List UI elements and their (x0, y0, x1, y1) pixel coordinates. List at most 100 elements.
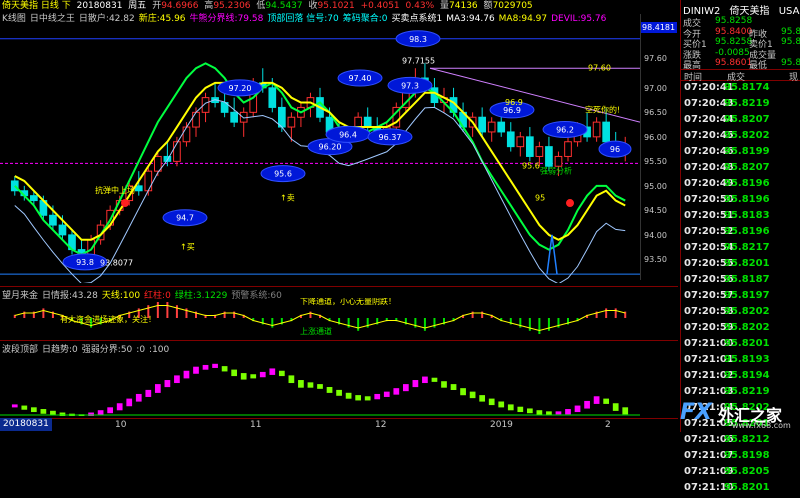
price-tick-label: 96.00 (644, 132, 667, 142)
annotation-label: 96.9 (505, 98, 523, 107)
tick-row[interactable]: 07:21:01 95.8193 (681, 354, 800, 370)
time-axis: 10 11 12 2019 2 (0, 418, 678, 432)
tick-price: 95.8197 (724, 290, 770, 301)
annotation-label: 93.8077 (100, 258, 133, 267)
tick-row[interactable]: 07:21:06 95.8212 (681, 434, 800, 450)
tick-row[interactable]: 07:21:00 95.8201 (681, 338, 800, 354)
candle-body (182, 126, 191, 143)
tick-list-header: 时间 成交 现 (681, 69, 800, 83)
tick-row[interactable]: 07:21:09 95.8205 (681, 466, 800, 482)
legend-item: DEVIL:95.76 (551, 14, 607, 24)
tick-row[interactable]: 07:20:56 95.8187 (681, 274, 800, 290)
chart-header: 倚天美指 日线 下 20180831 周五 开94.6966 高95.2306 … (0, 0, 678, 13)
tick-row[interactable]: 07:20:58 95.8202 (681, 306, 800, 322)
sub2-bar (355, 395, 362, 401)
tick-price: 95.8202 (724, 306, 770, 317)
tick-row[interactable]: 07:20:41 95.8174 (681, 82, 800, 98)
oval-label: 97.40 (349, 74, 372, 83)
sub2-bar (402, 384, 409, 392)
price-annotation-oval: 97.40 (337, 69, 383, 87)
sub2-bar (364, 396, 371, 401)
sub2-chart[interactable] (0, 352, 640, 416)
sub2-bar (30, 407, 37, 413)
tick-row[interactable]: 07:20:50 95.8196 (681, 194, 800, 210)
quote-value: 95.8258 (715, 37, 753, 47)
tick-row[interactable]: 07:20:43 95.8219 (681, 98, 800, 114)
sub1-note: 上涨通道 (300, 326, 332, 336)
tick-row[interactable]: 07:20:51 95.8183 (681, 210, 800, 226)
tick-row[interactable]: 07:20:46 95.8199 (681, 146, 800, 162)
tick-price: 95.8199 (724, 146, 770, 157)
tick-price: 95.8212 (724, 434, 770, 445)
tick-row[interactable]: 07:20:59 95.8202 (681, 322, 800, 338)
tick-row[interactable]: 07:20:45 95.8202 (681, 130, 800, 146)
sub2-bar (441, 381, 447, 388)
price-tick-label: 97.60 (644, 54, 667, 64)
price-chart[interactable]: 93.8 94.7 95.6 96.20 96.4 96.37 97.20 97.40 97.3… (0, 25, 640, 283)
chart-area[interactable]: 倚天美指 日线 下 20180831 周五 开94.6966 高95.2306 … (0, 0, 678, 432)
quote-header: DINIW2 倚天美指 USA (681, 2, 800, 17)
quote-panel: DINIW2 倚天美指 USA 成交 95.8258 今开 95.8400 昨收 95.8… (680, 0, 800, 493)
annotation-label: ↑卖 (280, 194, 295, 203)
tick-row[interactable]: 07:21:10 95.8201 (681, 482, 800, 498)
candle-body (478, 116, 486, 133)
candle-body (278, 106, 286, 128)
sub2-bar (183, 370, 190, 379)
price-annotation-oval: 94.7 (162, 209, 208, 227)
tick-price: 95.8196 (724, 194, 770, 205)
open-value: 94.6966 (161, 1, 199, 11)
sub2-bar (469, 391, 476, 399)
candle-body (497, 121, 506, 133)
price-tick-label: 97.00 (644, 83, 667, 93)
oval-label: 96.9 (503, 106, 521, 115)
sub2-bar (107, 407, 114, 414)
sub2-bar (21, 405, 28, 410)
tick-row[interactable]: 07:20:44 95.8207 (681, 114, 800, 130)
legend-item: 日中线之王 (29, 14, 75, 24)
sub2-bar (603, 398, 610, 404)
tick-price: 95.8183 (724, 210, 770, 221)
sub2-bar (250, 374, 257, 379)
tick-price: 95.8219 (724, 98, 770, 109)
tick-price: 95.8207 (724, 162, 770, 173)
cursor-date-label: 20180831 (0, 418, 52, 431)
change-value: +0.4051 (360, 1, 400, 11)
sub2-bar (565, 409, 571, 415)
tick-row[interactable]: 07:21:07 95.8198 (681, 450, 800, 466)
sub1-chart[interactable]: 下降通道，小心无量阴跌！ 有大资金进场迹象，关注！ 上涨通道 (0, 298, 640, 338)
oval-label: 93.8 (76, 258, 94, 267)
tick-row[interactable]: 07:20:48 95.8207 (681, 162, 800, 178)
tick-row[interactable]: 07:20:57 95.8197 (681, 290, 800, 306)
candle-body (134, 185, 143, 192)
oval-label: 95.6 (274, 170, 292, 179)
sub2-bar (126, 398, 133, 407)
quote-value: 95.8400 (715, 26, 753, 37)
low-value: 94.5437 (265, 1, 303, 11)
candle-body (487, 121, 496, 133)
legend-item: MA3:94.76 (446, 14, 495, 24)
sub2-bar (202, 364, 209, 370)
tick-price: 95.8202 (724, 130, 770, 141)
tick-price: 95.8174 (724, 82, 770, 93)
sub2-bar (450, 384, 457, 390)
date: 20180831 (76, 1, 123, 11)
amount-label: 额 (483, 1, 493, 11)
legend-item: 新庄:45.96 (138, 14, 186, 24)
tick-row[interactable]: 07:20:54 95.8217 (681, 242, 800, 258)
oval-label: 96.4 (339, 130, 357, 139)
tick-row[interactable]: 07:21:02 95.8194 (681, 370, 800, 386)
sub2-bar (536, 410, 543, 415)
sub2-bar (517, 406, 524, 413)
candle-body (230, 111, 238, 123)
tick-price: 95.8194 (724, 370, 770, 381)
candle-body (592, 121, 601, 138)
open-label: 开 (152, 1, 162, 11)
tick-price: 95.8219 (724, 386, 770, 397)
candle-body (192, 111, 200, 128)
tick-row[interactable]: 07:20:52 95.8196 (681, 226, 800, 242)
tick-row[interactable]: 07:20:55 95.8201 (681, 258, 800, 274)
candle-body (602, 121, 610, 143)
watermark-logo: FX 外汇之家 www.fx68.com (672, 398, 800, 432)
legend-item: 筹码聚合:0 (342, 14, 388, 24)
tick-row[interactable]: 07:20:49 95.8196 (681, 178, 800, 194)
